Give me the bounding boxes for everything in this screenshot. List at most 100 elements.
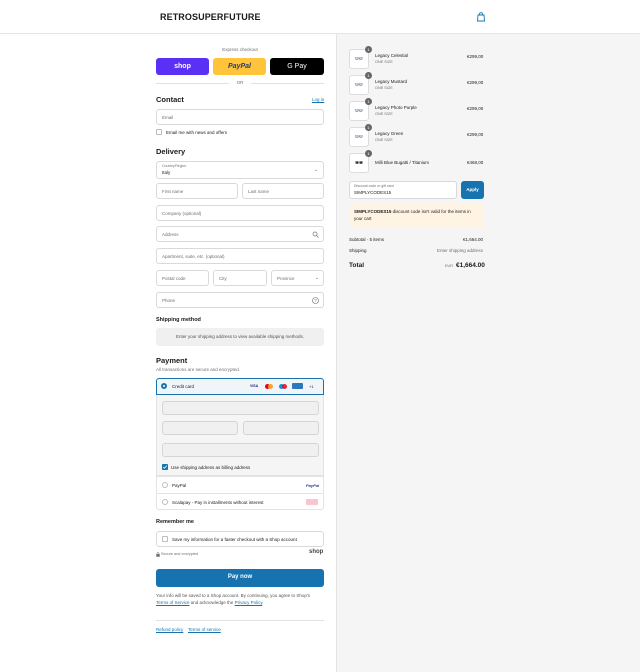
paypal-option-label: PayPal bbox=[172, 483, 187, 488]
shopping-bag-icon[interactable] bbox=[476, 12, 486, 22]
credit-card-radio[interactable] bbox=[161, 383, 167, 389]
address-field[interactable]: Address bbox=[156, 226, 324, 242]
maestro-icon bbox=[279, 383, 287, 389]
or-divider: OR bbox=[236, 80, 244, 85]
country-value: Italy bbox=[162, 170, 171, 175]
product-name: Legacy Celestial bbox=[375, 53, 409, 58]
terms-text: Your info will be saved to a Shop accoun… bbox=[156, 593, 311, 605]
scalapay-radio[interactable] bbox=[162, 499, 168, 505]
checkmark-icon bbox=[162, 465, 168, 469]
last-name-field[interactable]: Last name bbox=[242, 183, 324, 199]
newsletter-label: Email me with news and offers bbox=[166, 130, 227, 135]
terms-of-service-link[interactable]: Terms of Service bbox=[156, 600, 190, 605]
card-security-code-field[interactable] bbox=[243, 421, 319, 435]
phone-field[interactable]: Phone ? bbox=[156, 292, 324, 308]
more-cards-badge: +1 bbox=[309, 384, 314, 389]
cart-item: 👓 1 Legacy Celestial ONE SIZE bbox=[349, 46, 485, 69]
privacy-policy-link[interactable]: Privacy Policy bbox=[235, 600, 263, 605]
help-icon[interactable]: ? bbox=[312, 297, 319, 304]
sunglasses-icon: 👓 bbox=[354, 134, 364, 141]
google-pay-button[interactable]: G Pay bbox=[270, 58, 324, 75]
total-label: Total bbox=[349, 262, 365, 269]
product-price: €299,00 bbox=[467, 132, 484, 137]
quantity-badge: 1 bbox=[365, 150, 372, 157]
product-name: Milli Blue Bugatti / Titanium bbox=[375, 160, 430, 165]
company-field[interactable]: Company (optional) bbox=[156, 205, 324, 221]
contact-heading: Contact bbox=[156, 95, 184, 104]
discount-code-field[interactable]: Discount code or gift card SIMPLYCODES15 bbox=[349, 181, 457, 199]
product-price: €299,00 bbox=[467, 106, 484, 111]
divider-left bbox=[156, 83, 229, 84]
credit-card-option[interactable]: Credit card VISA +1 bbox=[156, 378, 324, 395]
pay-now-button[interactable]: Pay now bbox=[156, 569, 324, 587]
shipping-label: Shipping bbox=[349, 248, 367, 253]
cart-item: 🕶 1 Milli Blue Bugatti / Titanium bbox=[349, 150, 485, 173]
brand-logo[interactable]: RETROSUPERFUTURE bbox=[160, 12, 261, 22]
chevron-down-icon: ⌄ bbox=[314, 275, 319, 281]
divider-right bbox=[251, 83, 324, 84]
scalapay-option[interactable]: Scalapay - Pay in installments without i… bbox=[156, 493, 324, 510]
city-field[interactable]: City bbox=[213, 270, 267, 286]
sunglasses-icon: 👓 bbox=[354, 82, 364, 89]
product-price: €299,00 bbox=[467, 54, 484, 59]
credit-card-label: Credit card bbox=[172, 384, 195, 389]
newsletter-checkbox[interactable] bbox=[156, 129, 162, 135]
delivery-heading: Delivery bbox=[156, 147, 186, 156]
google-pay-logo: G Pay bbox=[287, 63, 307, 70]
secure-encrypted-note: Secure and encrypted bbox=[161, 552, 199, 556]
site-header: RETROSUPERFUTURE bbox=[0, 0, 640, 34]
currency-code: EUR bbox=[445, 264, 454, 268]
discount-code-label: Discount code or gift card bbox=[354, 184, 394, 188]
sunglasses-icon: 🕶 bbox=[354, 160, 364, 167]
quantity-badge: 1 bbox=[365, 98, 372, 105]
total-value: €1,664.00 bbox=[456, 262, 485, 269]
billing-same-checkbox[interactable] bbox=[162, 464, 168, 470]
paypal-express-button[interactable]: PayPal bbox=[213, 58, 266, 75]
subtotal-label: Subtotal · 5 items bbox=[349, 237, 385, 242]
cart-item: 👓 1 Legacy Green ONE SIZE bbox=[349, 124, 485, 147]
sunglasses-icon: 👓 bbox=[354, 108, 364, 115]
login-link[interactable]: Log in bbox=[312, 97, 324, 102]
payment-heading: Payment bbox=[156, 356, 188, 365]
chevron-down-icon: ⌄ bbox=[313, 167, 318, 173]
card-number-field[interactable] bbox=[162, 401, 319, 415]
paypal-radio[interactable] bbox=[162, 482, 168, 488]
card-name-field[interactable] bbox=[162, 443, 319, 457]
discount-error-banner: SIMPLYCODES15 discount code isn't valid … bbox=[349, 204, 484, 228]
product-variant: ONE SIZE bbox=[375, 138, 393, 142]
express-checkout-label: Express checkout bbox=[222, 47, 258, 52]
product-name: Legacy Photo Purple bbox=[375, 105, 417, 110]
card-expiry-field[interactable] bbox=[162, 421, 238, 435]
email-field[interactable]: Email bbox=[156, 109, 324, 125]
mastercard-icon bbox=[265, 384, 273, 389]
shipping-value: Enter shipping address bbox=[437, 248, 484, 253]
cart-item: 👓 1 Legacy Mustard ONE SIZE bbox=[349, 72, 485, 95]
product-variant: ONE SIZE bbox=[375, 86, 393, 90]
svg-text:?: ? bbox=[314, 298, 317, 303]
scalapay-option-label: Scalapay - Pay in installments without i… bbox=[172, 500, 264, 505]
apartment-field[interactable]: Apartment, suite, etc. (optional) bbox=[156, 248, 324, 264]
quantity-badge: 1 bbox=[365, 124, 372, 131]
remember-me-heading: Remember me bbox=[156, 519, 194, 525]
paypal-logo: PayPal bbox=[228, 63, 251, 70]
shop-pay-button[interactable]: shop bbox=[156, 58, 209, 75]
paypal-option[interactable]: PayPal PayPal bbox=[156, 476, 324, 493]
save-info-checkbox[interactable] bbox=[162, 536, 168, 542]
postal-code-field[interactable]: Postal code bbox=[156, 270, 209, 286]
province-select[interactable]: Province ⌄ bbox=[271, 270, 324, 286]
product-price: €299,00 bbox=[467, 80, 484, 85]
product-name: Legacy Mustard bbox=[375, 79, 408, 84]
cart-item: 👓 1 Legacy Photo Purple ONE SIZE bbox=[349, 98, 485, 121]
first-name-field[interactable]: First name bbox=[156, 183, 238, 199]
product-name: Legacy Green bbox=[375, 131, 404, 136]
save-info-option[interactable]: Save my information for a faster checkou… bbox=[156, 531, 324, 547]
shipping-method-heading: Shipping method bbox=[156, 317, 201, 323]
terms-of-service-footer-link[interactable]: Terms of service bbox=[188, 627, 221, 632]
subtotal-value: €1,664.00 bbox=[463, 237, 484, 242]
country-select[interactable]: Country/Region Italy ⌄ bbox=[156, 161, 324, 179]
payment-subtitle: All transactions are secure and encrypte… bbox=[156, 367, 241, 372]
refund-policy-link[interactable]: Refund policy bbox=[156, 627, 183, 632]
apply-discount-button[interactable]: Apply bbox=[461, 181, 484, 199]
country-label: Country/Region bbox=[162, 164, 187, 168]
search-icon bbox=[312, 231, 319, 238]
